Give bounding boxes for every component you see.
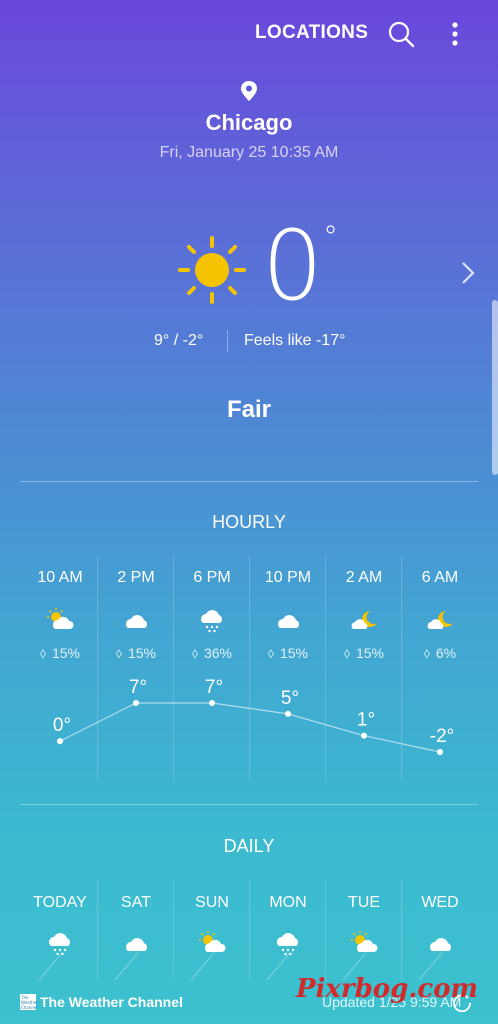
temperature-label: 7°: [205, 677, 223, 698]
hourly-temperature-graph: 0° 7° 7° 5° 1° -2°: [53, 677, 455, 755]
city-name: Chicago: [205, 110, 293, 135]
temperature-label: 7°: [129, 677, 147, 698]
temperature-line: [59, 702, 441, 753]
temperature-point: [133, 700, 139, 706]
daily-item[interactable]: TODAY: [22, 880, 98, 980]
temperature-label: 0°: [53, 715, 71, 736]
provider-name[interactable]: The Weather Channel: [40, 994, 183, 1010]
precip-value: 15%: [127, 645, 156, 661]
precip-value: 36%: [203, 645, 232, 661]
temperature-point: [57, 738, 63, 745]
locations-button[interactable]: LOCATIONS: [255, 22, 368, 44]
section-divider: [20, 481, 478, 482]
raindrop-icon: ◊: [344, 647, 350, 661]
day-night-divider: [188, 952, 215, 980]
precip-value: 15%: [355, 645, 384, 661]
precipitation: ◊ 15%: [326, 645, 402, 661]
weather-channel-logo[interactable]: The Weather Channel: [20, 994, 38, 1010]
temperature-point: [209, 700, 215, 706]
precipitation: ◊ 15%: [250, 645, 326, 661]
temperature-label: -2°: [430, 726, 455, 747]
cloudy-icon: [122, 607, 152, 633]
precipitation: ◊ 15%: [98, 645, 174, 661]
daily-item[interactable]: SUN: [174, 880, 250, 980]
high-low-temperature: 9° / -2°: [154, 332, 204, 349]
hour-time: 10 PM: [264, 569, 312, 586]
day-name: TUE: [348, 894, 380, 911]
partly-sunny-icon: [46, 607, 76, 633]
section-divider: [20, 804, 478, 805]
precip-value: 15%: [51, 645, 80, 661]
raindrop-icon: ◊: [423, 647, 430, 661]
temperature-label: 5°: [281, 688, 299, 709]
day-night-divider: [112, 952, 139, 980]
raindrop-icon: ◊: [40, 647, 46, 661]
divider: [227, 330, 228, 352]
day-night-divider: [264, 952, 291, 980]
daily-item[interactable]: TUE: [326, 880, 402, 980]
hour-time: 2 PM: [117, 569, 155, 586]
temperature-point: [437, 749, 443, 755]
hour-time: 10 AM: [37, 569, 83, 586]
chevron-right-icon[interactable]: [458, 260, 478, 286]
sun-icon: [178, 236, 246, 304]
day-name: SAT: [121, 894, 151, 911]
daily-title: DAILY: [223, 836, 275, 856]
more-options-icon[interactable]: [444, 20, 466, 48]
partly-cloudy-night-icon: [426, 607, 456, 633]
hour-time: 6 AM: [421, 569, 459, 586]
precip-value: 15%: [279, 645, 308, 661]
weather-condition: Fair: [226, 396, 271, 423]
daily-item[interactable]: MON: [250, 880, 326, 980]
location-pin-icon: [241, 81, 257, 101]
temperature-point: [285, 710, 291, 717]
daily-item[interactable]: SAT: [98, 880, 174, 980]
day-name: SUN: [195, 894, 229, 911]
day-name: WED: [421, 894, 459, 911]
degree-symbol: °: [323, 220, 339, 255]
scrollbar-handle[interactable]: [492, 300, 498, 475]
partly-cloudy-night-icon: [350, 607, 380, 633]
raindrop-icon: ◊: [268, 647, 274, 661]
hourly-title: HOURLY: [212, 512, 286, 532]
search-icon[interactable]: [387, 20, 415, 48]
hour-time: 2 AM: [345, 569, 383, 586]
precip-value: 6%: [435, 645, 457, 661]
snow-icon: [198, 607, 228, 633]
precipitation: ◊ 15%: [22, 645, 98, 661]
current-temperature-value: 0: [262, 210, 324, 322]
day-name: TODAY: [33, 894, 87, 911]
current-temperature: 0°: [262, 218, 338, 314]
day-night-divider: [36, 952, 63, 980]
cloudy-icon: [274, 607, 304, 633]
feels-like: Feels like -17°: [244, 332, 346, 349]
raindrop-icon: ◊: [116, 647, 122, 661]
hour-time: 6 PM: [193, 569, 231, 586]
watermark: Pixrbog.com: [296, 974, 479, 1004]
temperature-label: 1°: [357, 710, 375, 731]
raindrop-icon: ◊: [192, 647, 198, 661]
day-name: MON: [269, 894, 307, 911]
precipitation: ◊ 36%: [174, 645, 250, 661]
daily-item[interactable]: WED: [402, 880, 478, 980]
precipitation: ◊ 6%: [402, 645, 478, 661]
date-time: Fri, January 25 10:35 AM: [159, 144, 339, 161]
temperature-point: [361, 732, 367, 739]
